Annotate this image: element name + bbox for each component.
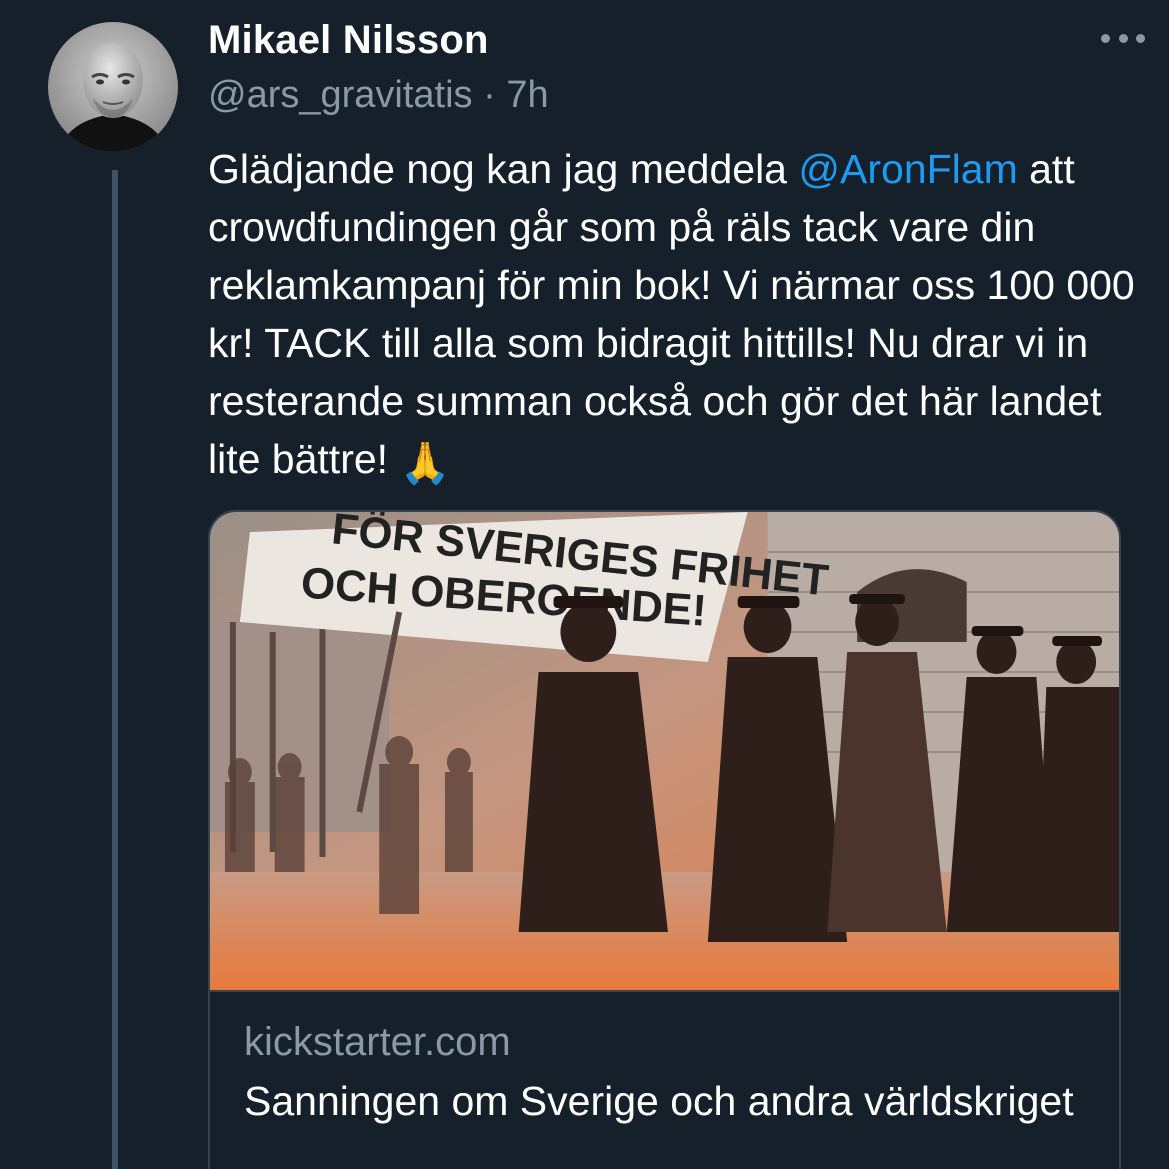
more-horizontal-icon[interactable]	[1101, 26, 1145, 50]
tweet-text: Glädjande nog kan jag meddela @AronFlam …	[208, 140, 1138, 492]
mention-link[interactable]: @AronFlam	[798, 146, 1017, 192]
tweet-text-start: Glädjande nog kan jag meddela	[208, 146, 799, 192]
tweet-text-rest: att crowdfundingen går som på räls tack …	[208, 146, 1135, 482]
tweet-meta: @ars_gravitatis · 7h	[208, 74, 549, 117]
avatar-image	[48, 22, 178, 152]
avatar[interactable]	[48, 22, 178, 152]
tweet[interactable]: Mikael Nilsson @ars_gravitatis · 7h Gläd…	[0, 0, 1169, 1169]
card-domain[interactable]: kickstarter.com	[244, 1020, 511, 1065]
handle[interactable]: @ars_gravitatis	[208, 74, 473, 116]
folded-hands-icon: 🙏	[399, 440, 451, 486]
meta-separator: ·	[483, 74, 496, 116]
link-card[interactable]: FÖR SVERIGES FRIHET OCH OBEROENDE! kicks…	[208, 510, 1121, 1169]
historical-march-photo: FÖR SVERIGES FRIHET OCH OBEROENDE!	[210, 512, 1119, 990]
card-title[interactable]: Sanningen om Sverige och andra världskri…	[244, 1076, 1104, 1126]
card-image[interactable]: FÖR SVERIGES FRIHET OCH OBEROENDE!	[210, 512, 1119, 992]
timestamp[interactable]: 7h	[506, 74, 548, 116]
dot	[1136, 33, 1145, 43]
display-name[interactable]: Mikael Nilsson	[208, 18, 489, 63]
dot	[1118, 33, 1128, 43]
dot	[1101, 33, 1110, 43]
thread-line	[112, 170, 118, 1169]
